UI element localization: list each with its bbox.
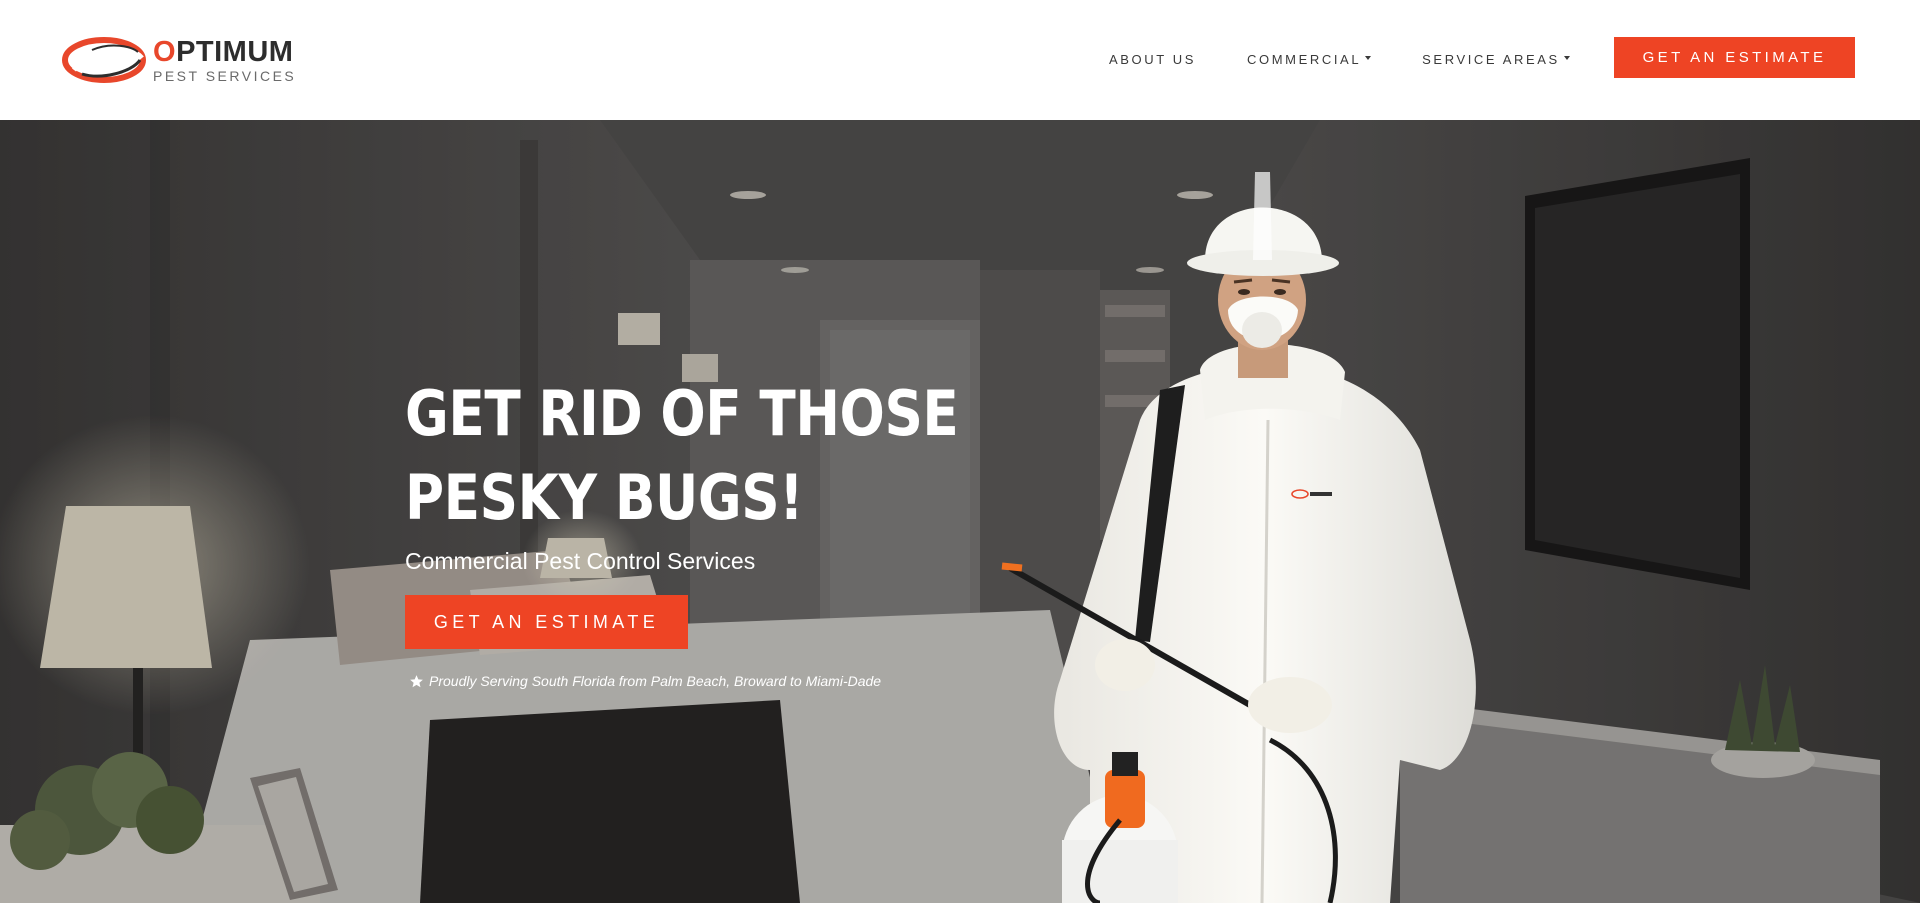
hero-tagline: Proudly Serving South Florida from Palm … xyxy=(409,673,1125,689)
hero-content: GET RID OF THOSE PESKY BUGS! Commercial … xyxy=(405,372,1125,689)
nav-item-label: SERVICE AREAS xyxy=(1422,51,1560,67)
caret-down-icon xyxy=(1563,56,1570,60)
site-header: OPTIMUM PEST SERVICES ABOUT US COMMERCIA… xyxy=(0,0,1920,120)
main-nav: ABOUT US COMMERCIAL SERVICE AREAS xyxy=(1109,49,1570,69)
site-logo[interactable]: OPTIMUM PEST SERVICES xyxy=(62,36,302,86)
nav-item-label: COMMERCIAL xyxy=(1247,51,1362,67)
star-icon xyxy=(410,674,423,687)
header-get-estimate-button[interactable]: GET AN ESTIMATE xyxy=(1614,37,1855,78)
hero-headline-line-2: PESKY BUGS! xyxy=(405,461,804,534)
logo-subtitle: PEST SERVICES xyxy=(153,68,297,84)
nav-item-about-us[interactable]: ABOUT US xyxy=(1109,52,1196,67)
hero-section: GET RID OF THOSE PESKY BUGS! Commercial … xyxy=(0,120,1920,903)
logo-wordmark: OPTIMUM xyxy=(153,36,294,68)
hero-headline: GET RID OF THOSE PESKY BUGS! xyxy=(405,372,1024,540)
hero-subheadline: Commercial Pest Control Services xyxy=(405,548,756,574)
hero-get-estimate-button[interactable]: GET AN ESTIMATE xyxy=(405,595,688,649)
nav-item-commercial[interactable]: COMMERCIAL xyxy=(1247,51,1372,67)
swoosh-ring-logo-icon xyxy=(62,37,146,83)
nav-item-label: ABOUT US xyxy=(1109,51,1197,67)
nav-item-service-areas[interactable]: SERVICE AREAS xyxy=(1422,52,1570,67)
hero-headline-line-1: GET RID OF THOSE xyxy=(405,377,959,450)
hero-tagline-text: Proudly Serving South Florida from Palm … xyxy=(429,673,882,689)
caret-down-icon xyxy=(1365,56,1372,60)
